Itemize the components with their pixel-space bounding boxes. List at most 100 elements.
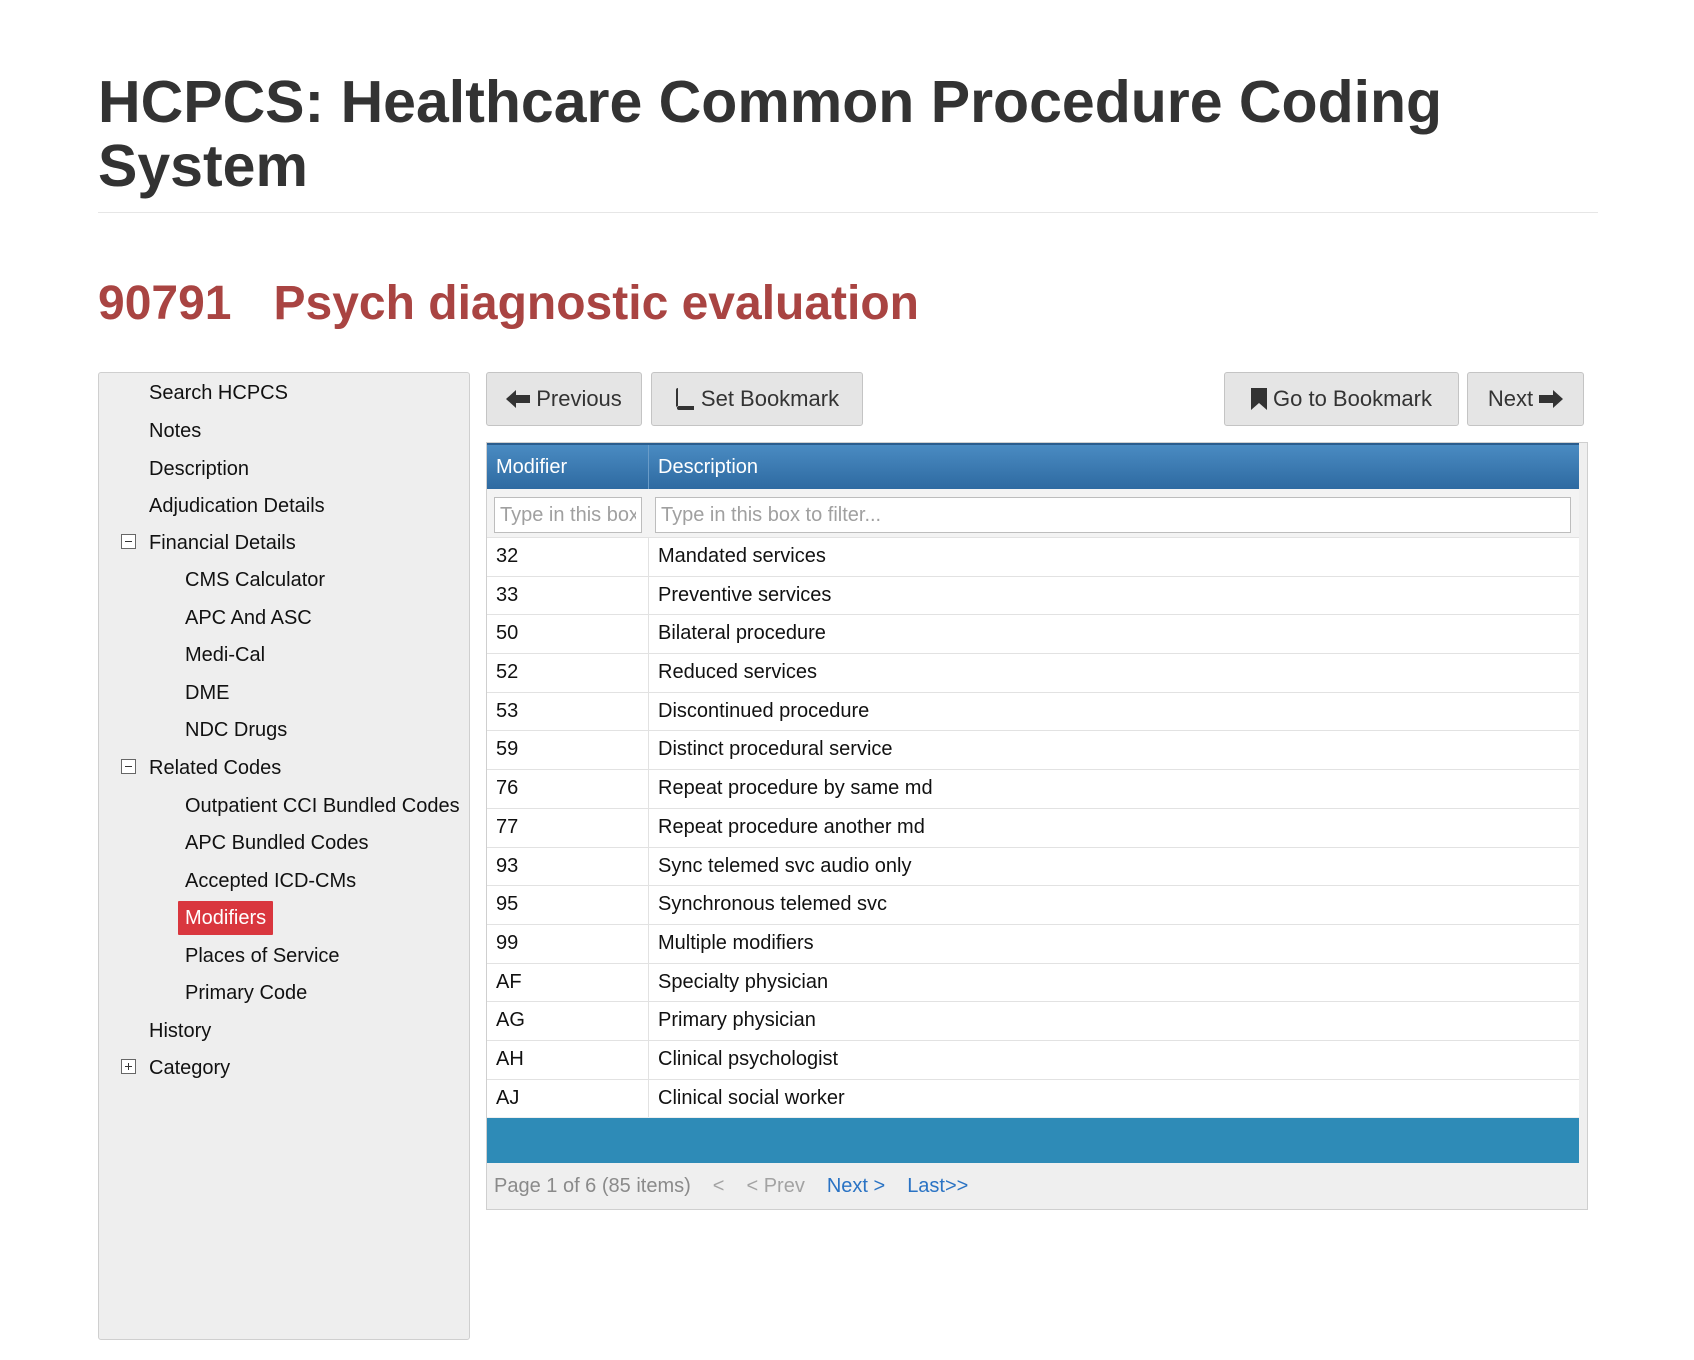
description-cell: Preventive services: [658, 583, 832, 606]
modifier-cell: 53: [487, 692, 649, 731]
table-row[interactable]: 93 Sync telemed svc audio only: [487, 846, 1579, 886]
page-title: HCPCS: Healthcare Common Procedure Codin…: [98, 69, 1443, 199]
grid-rows: 32 Mandated services 33 Preventive service…: [487, 537, 1579, 1118]
sidebar-item-notes[interactable]: Notes: [149, 414, 201, 448]
filter-row: [487, 489, 1579, 537]
book-icon: [675, 388, 694, 410]
table-row[interactable]: 53 Discontinued procedure: [487, 691, 1579, 731]
sidebar-item-primary-code[interactable]: Primary Code: [185, 976, 307, 1010]
next-button[interactable]: Next: [1467, 372, 1584, 426]
pager-first-link[interactable]: <: [713, 1175, 725, 1198]
modifier-cell: 93: [487, 847, 649, 886]
table-row[interactable]: AG Primary physician: [487, 1001, 1579, 1040]
sidebar-item-category[interactable]: Category: [149, 1051, 230, 1085]
sidebar-item-medi-cal[interactable]: Medi-Cal: [185, 638, 265, 672]
sidebar-item-cms-calculator[interactable]: CMS Calculator: [185, 563, 325, 597]
pager-info: Page 1 of 6 (85 items): [494, 1175, 691, 1197]
bookmark-icon: [1251, 388, 1268, 410]
modifier-cell: 95: [487, 886, 649, 924]
modifier-cell: AF: [487, 963, 649, 1002]
modifier-cell: 33: [487, 576, 649, 615]
table-row[interactable]: 52 Reduced services: [487, 653, 1579, 692]
sidebar-item-description[interactable]: Description: [149, 452, 249, 486]
description-cell: Repeat procedure another md: [658, 815, 925, 838]
modifier-cell: 32: [487, 538, 649, 576]
pager-last-link[interactable]: Last>>: [907, 1175, 968, 1198]
table-row[interactable]: AH Clinical psychologist: [487, 1039, 1579, 1079]
sidebar-item-financial-details[interactable]: Financial Details: [149, 526, 296, 560]
modifier-cell: AG: [487, 1002, 649, 1040]
sidebar-item-search-hcpcs[interactable]: Search HCPCS: [149, 376, 288, 410]
description-cell: Discontinued procedure: [658, 699, 870, 722]
table-row[interactable]: AF Specialty physician: [487, 962, 1579, 1002]
description-cell: Synchronous telemed svc: [658, 893, 888, 916]
modifier-cell: 52: [487, 654, 649, 692]
table-row[interactable]: 95 Synchronous telemed svc: [487, 885, 1579, 924]
collapse-icon[interactable]: [121, 534, 136, 549]
grid-footer-bar: [487, 1118, 1579, 1163]
table-row[interactable]: 32 Mandated services: [487, 537, 1579, 576]
go-to-bookmark-label: Go to Bookmark: [1273, 386, 1432, 411]
grid-header: Modifier Description: [487, 443, 1579, 489]
expand-icon[interactable]: [121, 1059, 136, 1074]
go-to-bookmark-button[interactable]: Go to Bookmark: [1224, 372, 1459, 426]
sidebar-item-related-codes[interactable]: Related Codes: [149, 751, 281, 785]
previous-button[interactable]: Previous: [486, 372, 642, 426]
pager-next-link[interactable]: Next >: [827, 1175, 885, 1198]
sidebar-item-apc-bundled-codes[interactable]: APC Bundled Codes: [185, 826, 368, 860]
sidebar-item-modifiers[interactable]: Modifiers: [178, 901, 274, 935]
set-bookmark-button[interactable]: Set Bookmark: [651, 372, 863, 426]
sidebar-item-apc-and-asc[interactable]: APC And ASC: [185, 601, 312, 635]
table-row[interactable]: 59 Distinct procedural service: [487, 730, 1579, 770]
modifier-cell: AH: [487, 1040, 649, 1079]
modifier-cell: 77: [487, 808, 649, 847]
modifier-cell: 99: [487, 924, 649, 963]
table-row[interactable]: 50 Bilateral procedure: [487, 614, 1579, 654]
code-number: 90791: [98, 277, 232, 330]
modifier-cell: AJ: [487, 1079, 649, 1118]
modifier-cell: 50: [487, 615, 649, 654]
collapse-icon[interactable]: [121, 759, 136, 774]
description-cell: Repeat procedure by same md: [658, 777, 933, 800]
sidebar-item-history[interactable]: History: [149, 1014, 211, 1048]
description-cell: Clinical social worker: [658, 1086, 845, 1109]
previous-label: Previous: [536, 386, 622, 411]
description-cell: Primary physician: [658, 1009, 816, 1032]
description-cell: Bilateral procedure: [658, 622, 826, 645]
description-cell: Sync telemed svc audio only: [658, 854, 912, 877]
sidebar-item-outpatient-cci-bundled-codes[interactable]: Outpatient CCI Bundled Codes: [185, 789, 460, 823]
description-filter-input[interactable]: [655, 497, 1571, 533]
set-bookmark-label: Set Bookmark: [700, 386, 840, 411]
title-divider: [98, 212, 1598, 213]
description-cell: Specialty physician: [658, 970, 829, 993]
modifier-filter-input[interactable]: [494, 497, 642, 533]
sidebar-nav: Search HCPCS Notes Description Adjudicat…: [98, 372, 470, 1340]
code-heading: 90791 Psych diagnostic evaluation: [98, 276, 919, 332]
code-description: Psych diagnostic evaluation: [273, 277, 919, 330]
sidebar-item-ndc-drugs[interactable]: NDC Drugs: [185, 713, 287, 747]
table-row[interactable]: 76 Repeat procedure by same md: [487, 769, 1579, 808]
sidebar-item-dme[interactable]: DME: [185, 676, 229, 710]
pager-prev-link[interactable]: < Prev: [746, 1175, 804, 1198]
arrow-right-icon: [1539, 390, 1564, 408]
pager: Page 1 of 6 (85 items) < < Prev Next > L…: [494, 1175, 968, 1198]
description-cell: Multiple modifiers: [658, 931, 814, 954]
description-cell: Mandated services: [658, 545, 826, 567]
sidebar-item-accepted-icd-cms[interactable]: Accepted ICD-CMs: [185, 864, 356, 898]
table-row[interactable]: AJ Clinical social worker: [487, 1078, 1579, 1118]
table-row[interactable]: 77 Repeat procedure another md: [487, 807, 1579, 847]
modifier-cell: 76: [487, 770, 649, 808]
table-row[interactable]: 33 Preventive services: [487, 575, 1579, 615]
modifier-cell: 59: [487, 731, 649, 770]
column-header-modifier[interactable]: Modifier: [487, 445, 649, 489]
next-label: Next: [1487, 386, 1534, 411]
description-cell: Distinct procedural service: [658, 738, 893, 761]
sidebar-item-adjudication-details[interactable]: Adjudication Details: [149, 489, 325, 523]
sidebar-item-places-of-service[interactable]: Places of Service: [185, 939, 340, 973]
table-row[interactable]: 99 Multiple modifiers: [487, 923, 1579, 963]
modifiers-grid: Modifier Description 32 Mandated services…: [486, 442, 1588, 1210]
description-cell: Clinical psychologist: [658, 1047, 839, 1070]
description-cell: Reduced services: [658, 661, 817, 684]
column-header-description[interactable]: Description: [649, 445, 1579, 489]
arrow-left-icon: [506, 390, 531, 408]
